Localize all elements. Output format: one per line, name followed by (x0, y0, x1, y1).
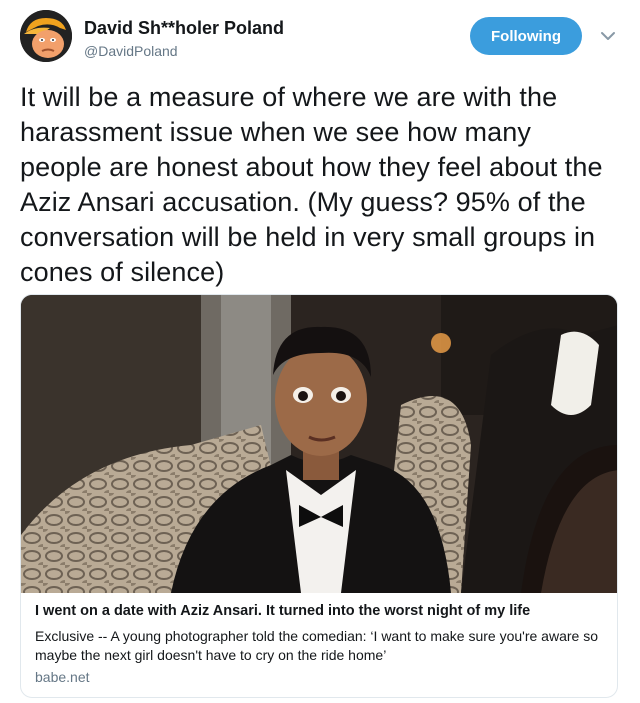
link-card[interactable]: I went on a date with Aziz Ansari. It tu… (20, 294, 618, 698)
card-photo (21, 295, 617, 593)
card-title[interactable]: I went on a date with Aziz Ansari. It tu… (35, 603, 605, 619)
card-domain: babe.net (35, 669, 90, 685)
following-button[interactable]: Following (470, 17, 582, 55)
author-handle[interactable]: @DavidPoland (84, 43, 178, 59)
tweet-header: David Sh**holer Poland @DavidPoland Foll… (20, 10, 620, 66)
card-description: Exclusive -- A young photographer told t… (35, 628, 598, 663)
author-name[interactable]: David Sh**holer Poland (84, 18, 284, 39)
tweet-text: It will be a measure of where we are wit… (20, 82, 603, 287)
avatar[interactable] (20, 10, 72, 62)
chevron-down-icon[interactable] (596, 24, 620, 48)
